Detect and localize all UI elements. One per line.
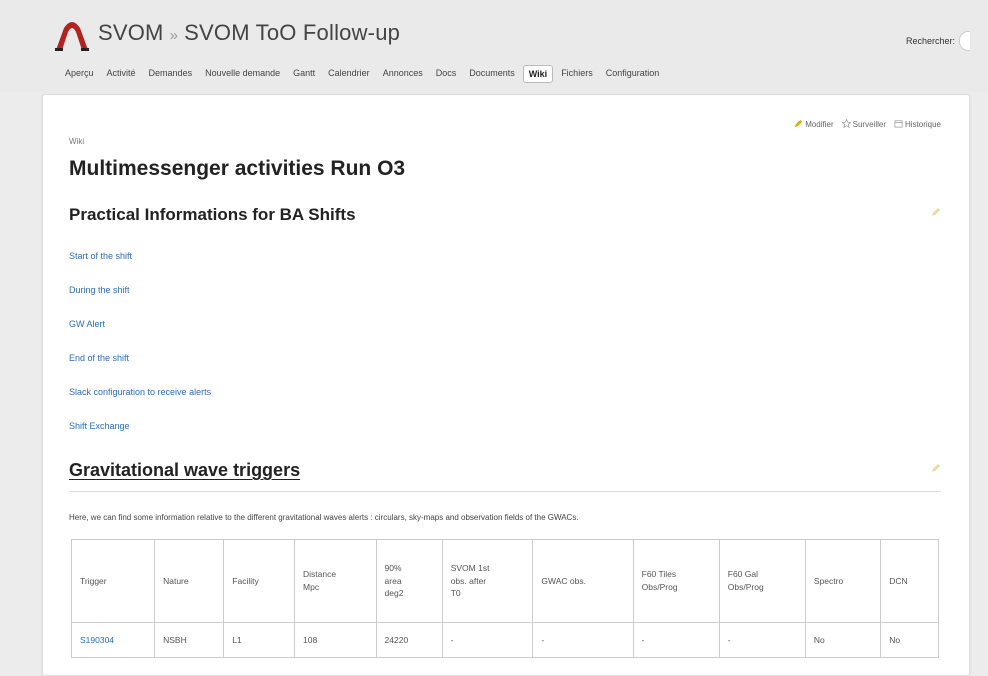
project-title: SVOM » SVOM ToO Follow-up <box>98 20 400 46</box>
table-cell: NSBH <box>154 622 225 658</box>
table-cell: - <box>532 622 634 658</box>
column-header: Spectro <box>804 539 882 623</box>
table-cell: - <box>632 622 720 658</box>
edit-label: Modifier <box>805 120 834 129</box>
pencil-icon <box>795 119 803 128</box>
search-input[interactable] <box>959 31 970 51</box>
edit-action[interactable]: Modifier <box>794 119 834 129</box>
watch-action[interactable]: Surveiller <box>841 119 886 129</box>
column-header: GWAC obs. <box>532 539 634 623</box>
content-panel: Modifier Surveiller Historique Wiki Mult… <box>42 94 970 676</box>
menu-item-gantt[interactable]: Gantt <box>288 65 320 83</box>
section-edit-pencil-icon[interactable] <box>931 463 941 473</box>
table-cell: L1 <box>223 622 296 658</box>
table-cell: S190304 <box>70 622 156 658</box>
wiki-link[interactable]: Slack configuration to receive alerts <box>69 387 211 399</box>
trigger-link[interactable]: S190304 <box>80 635 114 645</box>
section-title-ba-shifts: Practical Informations for BA Shifts <box>69 205 356 224</box>
table-body: S190304 NSBH L1 108 24220- - - - No No <box>70 622 939 658</box>
menu-item-activit-[interactable]: Activité <box>102 65 141 83</box>
page-title: Multimessenger activities Run O3 <box>69 157 406 180</box>
menu-item-configuration[interactable]: Configuration <box>601 65 665 83</box>
gw-triggers-table: Trigger Nature Facility Distance Mpc 90% area d… <box>70 539 939 658</box>
section-edit-pencil-icon[interactable] <box>931 207 941 217</box>
column-header: F60 Gal Obs/Prog <box>718 539 806 623</box>
wiki-link[interactable]: End of the shift <box>69 353 211 365</box>
column-header: Nature <box>154 539 225 623</box>
menu-item-annonces[interactable]: Annonces <box>378 65 428 83</box>
history-action[interactable]: Historique <box>894 119 941 129</box>
table-row: S190304 NSBH L1 108 24220- - - - No No <box>70 622 939 658</box>
title-separator: » <box>169 27 179 44</box>
search-label: Rechercher: <box>905 36 955 46</box>
top-header: SVOM » SVOM ToO Follow-up Rechercher: Aper… <box>0 0 988 92</box>
column-header: F60 Tiles Obs/Prog <box>632 539 720 623</box>
svom-logo-icon[interactable] <box>52 18 92 52</box>
wiki-link[interactable]: GW Alert <box>69 319 211 331</box>
column-header: SVOM 1st obs. after T0 <box>441 539 534 623</box>
watch-label: Surveiller <box>852 120 886 129</box>
column-header: Distance Mpc <box>294 539 377 623</box>
menu-item-fichiers[interactable]: Fichiers <box>556 65 598 83</box>
section-divider <box>69 491 941 492</box>
table-cell: - <box>718 622 806 658</box>
wiki-link[interactable]: During the shift <box>69 285 211 297</box>
table-cell: - <box>441 622 534 658</box>
history-icon <box>894 120 903 128</box>
table-cell: 108 <box>294 622 377 658</box>
table-header-row: Trigger Nature Facility Distance Mpc 90% area d… <box>70 539 939 623</box>
main-menu: Aperçu Activité Demandes Nouvelle demande Ga… <box>60 65 667 83</box>
project-link[interactable]: SVOM <box>98 20 164 45</box>
wiki-link[interactable]: Start of the shift <box>69 251 211 263</box>
wiki-link[interactable]: Shift Exchange <box>69 421 211 433</box>
menu-item-documents[interactable]: Documents <box>464 65 520 83</box>
menu-item-nouvelle-demande[interactable]: Nouvelle demande <box>200 65 285 83</box>
column-header: 90% area deg2 <box>375 539 443 623</box>
table-cell: No <box>880 622 939 658</box>
menu-item-docs[interactable]: Docs <box>431 65 462 83</box>
table-cell: 24220 <box>375 622 443 658</box>
column-header: DCN <box>880 539 939 623</box>
star-icon <box>841 119 851 128</box>
section-title-gw-triggers: Gravitational wave triggers <box>69 460 301 480</box>
search-area: Rechercher: <box>906 31 970 51</box>
shift-links-list: Start of the shift During the shift GW Ale… <box>69 251 211 455</box>
gw-intro-text: Here, we can find some information relat… <box>69 513 579 522</box>
menu-item-calendrier[interactable]: Calendrier <box>323 65 375 83</box>
column-header: Facility <box>223 539 296 623</box>
history-label: Historique <box>904 120 941 129</box>
menu-item-wiki[interactable]: Wiki <box>522 65 554 83</box>
breadcrumb[interactable]: Wiki <box>69 137 84 146</box>
menu-item-demandes[interactable]: Demandes <box>144 65 198 83</box>
table-cell: No <box>804 622 882 658</box>
column-header: Trigger <box>70 539 156 623</box>
menu-item-aper-u[interactable]: Aperçu <box>60 65 99 83</box>
wiki-actions: Modifier Surveiller Historique <box>794 119 941 129</box>
subproject-title: SVOM ToO Follow-up <box>184 20 401 45</box>
